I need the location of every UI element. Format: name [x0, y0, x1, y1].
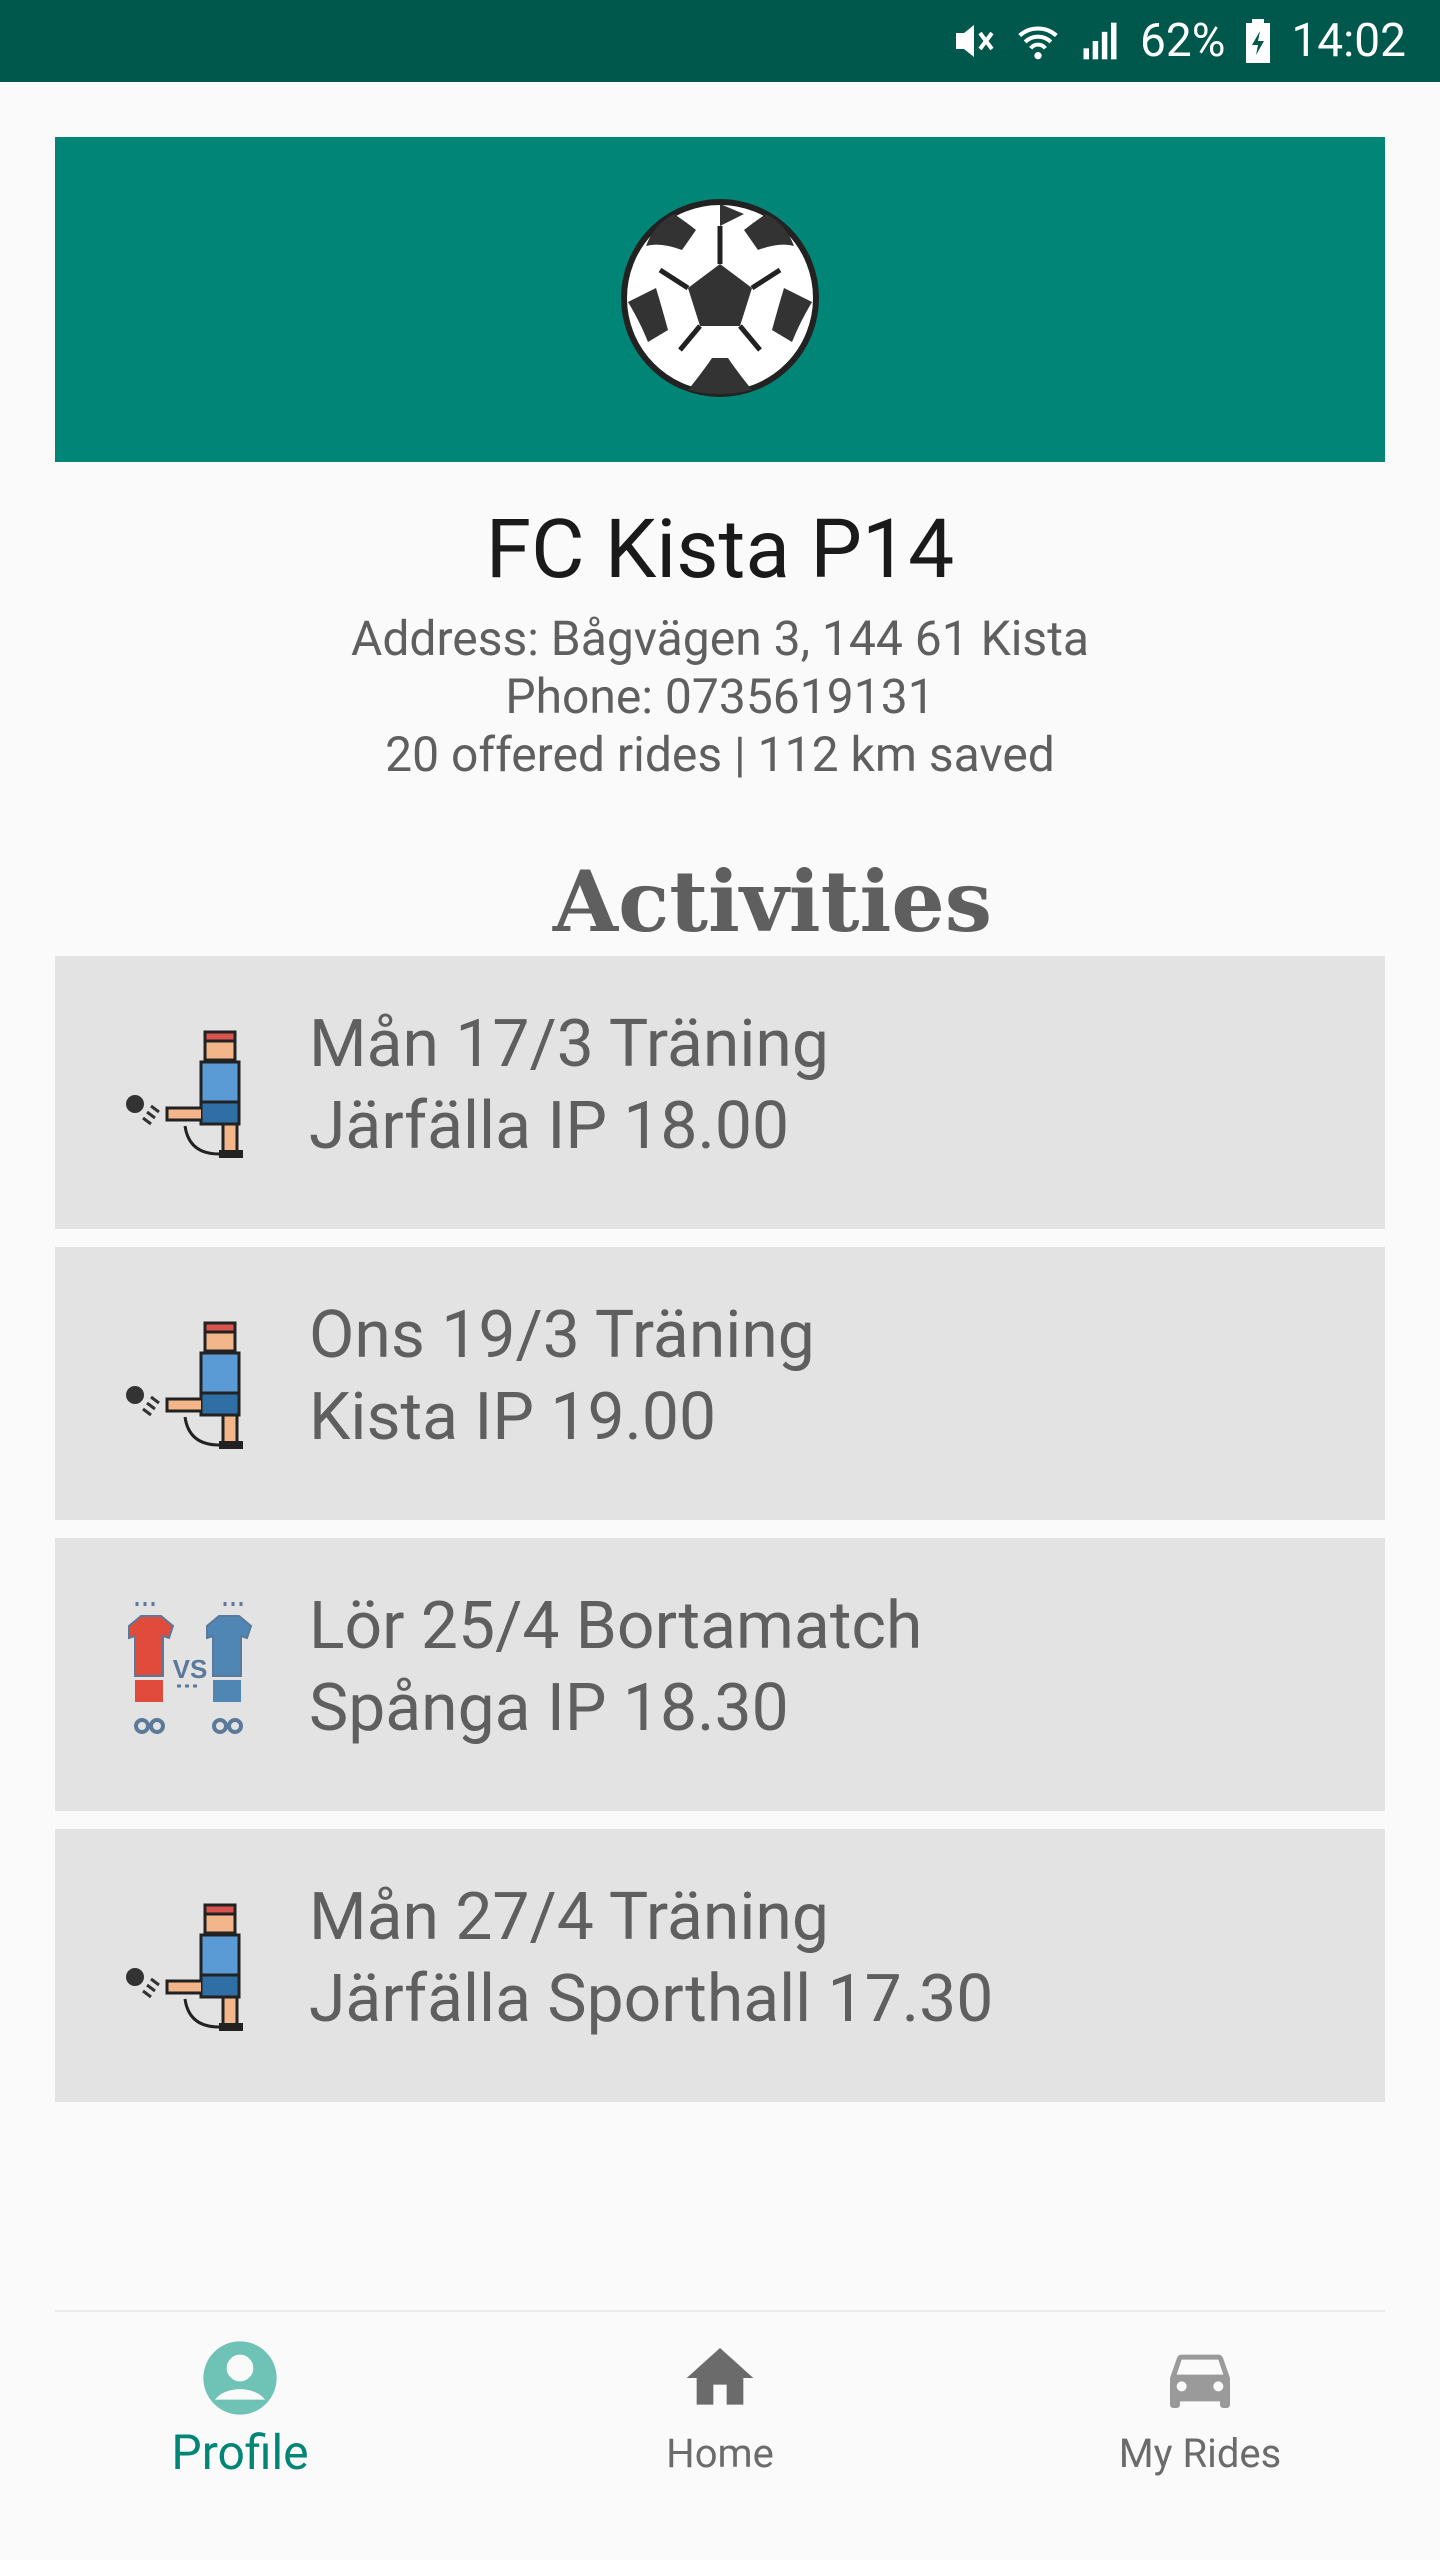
activity-item[interactable]: VS Lör 25/4 Bortamatch Spånga IP 18.30	[55, 1538, 1385, 1811]
mute-icon	[950, 19, 998, 63]
home-icon	[686, 2348, 754, 2405]
svg-text:VS: VS	[173, 1654, 208, 1684]
versus-match-icon: VS	[115, 1598, 265, 1748]
nav-profile-label: Profile	[171, 2424, 309, 2481]
nav-my-rides-label: My Rides	[1118, 2430, 1282, 2477]
team-banner	[55, 137, 1385, 462]
player-kicking-icon	[115, 1307, 265, 1457]
team-phone: Phone: 0735619131	[505, 668, 935, 725]
activity-date: Lör 25/4 Bortamatch	[309, 1588, 923, 1665]
activities-title: Activities	[552, 852, 993, 951]
battery-icon	[1243, 19, 1273, 63]
profile-icon	[203, 2341, 277, 2415]
battery-percent: 62%	[1140, 14, 1226, 68]
nav-home[interactable]: Home	[480, 2312, 960, 2560]
activity-item[interactable]: Mån 17/3 Träning Järfälla IP 18.00	[55, 956, 1385, 1229]
team-address: Address: Bågvägen 3, 144 61 Kista	[351, 610, 1089, 667]
activity-location: Kista IP 19.00	[309, 1379, 717, 1456]
activity-item[interactable]: Ons 19/3 Träning Kista IP 19.00	[55, 1247, 1385, 1520]
clock: 14:02	[1291, 14, 1406, 68]
status-bar: 62% 14:02	[0, 0, 1440, 82]
nav-home-label: Home	[666, 2430, 774, 2477]
team-stats: 20 offered rides | 112 km saved	[385, 726, 1055, 783]
activity-location: Spånga IP 18.30	[309, 1670, 789, 1747]
activity-date: Mån 17/3 Träning	[309, 1006, 829, 1083]
nav-profile[interactable]: Profile	[0, 2312, 480, 2560]
player-kicking-icon	[115, 1889, 265, 2039]
wifi-icon	[1016, 19, 1060, 63]
bottom-nav: Profile Home My Rides	[0, 2312, 1440, 2560]
car-icon	[1170, 2354, 1230, 2408]
activity-item[interactable]: Mån 27/4 Träning Järfälla Sporthall 17.3…	[55, 1829, 1385, 2102]
soccer-ball-icon	[620, 198, 820, 402]
activity-date: Ons 19/3 Träning	[309, 1297, 815, 1374]
activity-location: Järfälla Sporthall 17.30	[309, 1961, 994, 2038]
nav-my-rides[interactable]: My Rides	[960, 2312, 1440, 2560]
signal-icon	[1078, 19, 1122, 63]
activity-date: Mån 27/4 Träning	[309, 1879, 829, 1956]
team-name: FC Kista P14	[485, 502, 955, 598]
activity-location: Järfälla IP 18.00	[309, 1088, 790, 1165]
player-kicking-icon	[115, 1016, 265, 1166]
